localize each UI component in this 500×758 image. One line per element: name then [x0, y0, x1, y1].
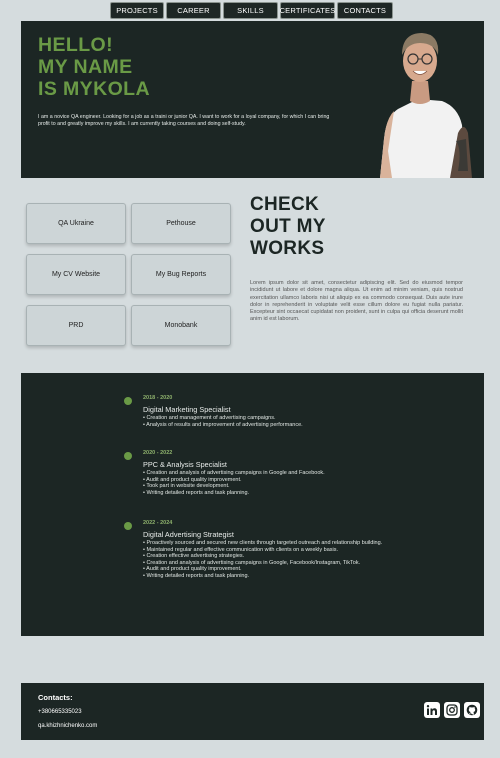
- linkedin-icon[interactable]: [424, 702, 440, 718]
- project-prd-button[interactable]: PRD: [26, 305, 126, 346]
- hero-title-line: MY NAME: [38, 56, 133, 78]
- career-duties: • Creation and analysis of advertising c…: [143, 470, 383, 496]
- works-heading-line: CHECK: [250, 194, 320, 215]
- instagram-icon[interactable]: [444, 702, 460, 718]
- works-description: Lorem ipsum dolor sit amet, consectetur …: [250, 280, 463, 323]
- works-heading: CHECK OUT MY WORKS: [250, 194, 326, 260]
- nav-projects-button[interactable]: PROJECTS: [110, 2, 164, 19]
- career-title: Digital Advertising Strategist: [143, 530, 234, 539]
- contact-phone[interactable]: +380665335023: [38, 709, 82, 715]
- project-bug-reports-button[interactable]: My Bug Reports: [131, 254, 231, 295]
- hero-description: I am a novice QA engineer. Looking for a…: [38, 114, 330, 128]
- career-years: 2020 - 2022: [143, 450, 173, 456]
- timeline-dot: [124, 452, 132, 460]
- works-heading-line: WORKS: [250, 238, 325, 259]
- contact-email[interactable]: qa.khizhnichenko.com: [38, 723, 97, 729]
- career-title: Digital Marketing Specialist: [143, 405, 231, 414]
- duty-item: • Writing detailed reports and task plan…: [143, 489, 250, 496]
- career-duties: • Proactively sourced and secured new cl…: [143, 540, 383, 579]
- hero-section: HELLO! MY NAME IS MYKOLA I am a novice Q…: [21, 21, 484, 178]
- profile-photo: [380, 33, 472, 178]
- duty-item: • Analysis of results and improvement of…: [143, 421, 303, 428]
- social-links: [424, 702, 480, 718]
- timeline-dot: [124, 522, 132, 530]
- timeline-dot: [124, 397, 132, 405]
- project-qa-ukraine-button[interactable]: QA Ukraine: [26, 203, 126, 244]
- hero-title-line: HELLO!: [38, 34, 113, 56]
- nav-career-button[interactable]: CAREER: [166, 2, 221, 19]
- career-title: PPC & Analysis Specialist: [143, 460, 227, 469]
- top-nav: PROJECTS CAREER SKILLS CERTIFICATES CONT…: [110, 2, 393, 19]
- hero-title-line: IS MYKOLA: [38, 78, 150, 100]
- career-years: 2022 - 2024: [143, 520, 173, 526]
- nav-contacts-button[interactable]: CONTACTS: [337, 2, 393, 19]
- nav-skills-button[interactable]: SKILLS: [223, 2, 278, 19]
- project-cv-website-button[interactable]: My CV Website: [26, 254, 126, 295]
- duty-item: • Writing detailed reports and task plan…: [143, 572, 250, 579]
- works-heading-line: OUT MY: [250, 216, 326, 237]
- github-icon[interactable]: [464, 702, 480, 718]
- project-pethouse-button[interactable]: Pethouse: [131, 203, 231, 244]
- career-duties: • Creation and management of advertising…: [143, 415, 383, 428]
- project-monobank-button[interactable]: Monobank: [131, 305, 231, 346]
- hero-title: HELLO! MY NAME IS MYKOLA: [38, 34, 150, 100]
- contacts-section: Contacts: +380665335023 qa.khizhnichenko…: [21, 683, 484, 740]
- nav-certificates-button[interactable]: CERTIFICATES: [280, 2, 335, 19]
- contacts-heading: Contacts:: [38, 693, 73, 702]
- projects-grid: QA Ukraine Pethouse My CV Website My Bug…: [26, 203, 231, 346]
- duty-item: • Proactively sourced and secured new cl…: [143, 540, 383, 546]
- career-section: 2018 - 2020 Digital Marketing Specialist…: [21, 373, 484, 636]
- career-years: 2018 - 2020: [143, 395, 173, 401]
